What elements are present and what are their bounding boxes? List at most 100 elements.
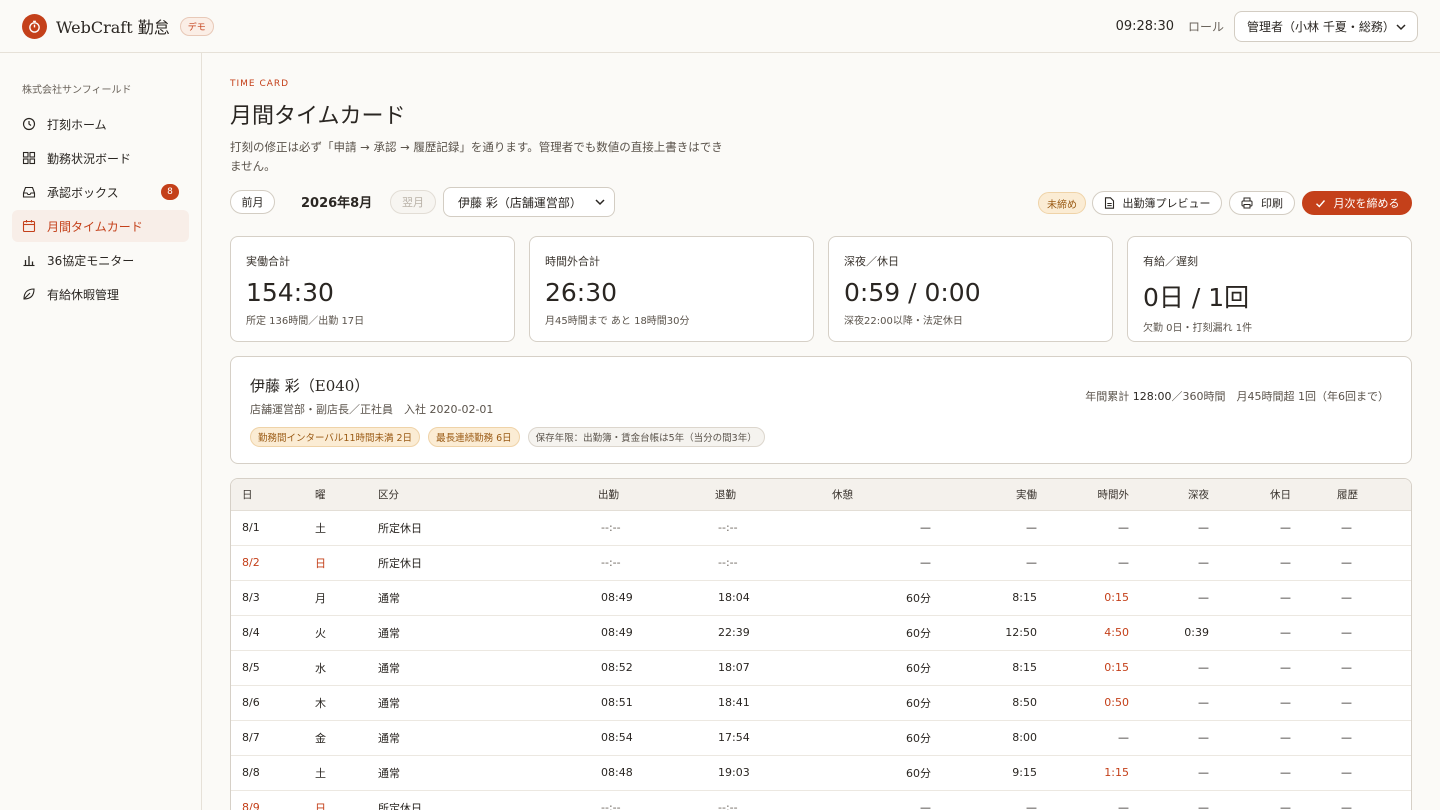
night-cell: —: [1157, 720, 1239, 756]
staff-select[interactable]: 伊藤 彩（店舗運営部）: [443, 187, 615, 217]
history-cell: —: [1321, 580, 1411, 616]
close-month-label: 月次を締める: [1333, 197, 1400, 210]
table-row[interactable]: 8/2 日所定休日 --:-- --:-- — — — — — —: [231, 545, 1411, 581]
close-month-button[interactable]: 月次を締める: [1302, 191, 1412, 215]
night-cell: —: [1157, 510, 1239, 546]
day-cell: 8/1: [231, 510, 315, 546]
night-cell: —: [1157, 650, 1239, 686]
sidebar-item-paid-leave[interactable]: 有給休暇管理: [12, 278, 189, 310]
role-select[interactable]: 管理者（小林 千夏・総務）: [1234, 10, 1418, 42]
weekday-cell: 月: [315, 580, 378, 616]
stat-value: 26:30: [545, 278, 618, 307]
holiday-cell: —: [1239, 580, 1321, 616]
warning-tag: 最長連続勤務 6日: [428, 427, 520, 447]
stat-sub: 深夜22:00以降・法定休日: [844, 316, 963, 327]
sidebar-item-approval-box[interactable]: 承認ボックス 8: [12, 176, 189, 208]
break-cell: 60分: [832, 580, 951, 616]
page-title: 月間タイムカード: [230, 104, 406, 129]
history-cell: —: [1321, 755, 1411, 791]
weekday-cell: 日: [315, 790, 378, 810]
table-row[interactable]: 8/5 水通常 08:52 18:07 60分 8:15 0:15— — —: [231, 650, 1411, 686]
weekday-cell: 水: [315, 650, 378, 686]
table-row[interactable]: 8/6 木通常 08:51 18:41 60分 8:50 0:50— — —: [231, 685, 1411, 721]
approval-count-badge: 8: [161, 184, 179, 200]
sidebar-item-monthly-timecard[interactable]: 月間タイムカード: [12, 210, 189, 242]
sidebar-item-36-monitor[interactable]: 36協定モニター: [12, 244, 189, 276]
clock-out-cell: 17:54: [715, 720, 832, 756]
work-cell: 12:50: [951, 615, 1057, 651]
night-cell: —: [1157, 545, 1239, 581]
overtime-cell: —: [1057, 790, 1157, 810]
table-row[interactable]: 8/1 土所定休日 --:-- --:-- — — — — — —: [231, 510, 1411, 546]
table-header-row: 日 曜 区分 出勤 退勤 休憩 実働 時間外 深夜 休日 履歴: [231, 479, 1411, 511]
table-row[interactable]: 8/7 金通常 08:54 17:54 60分 8:00— — — —: [231, 720, 1411, 756]
sidebar-item-label: 有給休暇管理: [47, 287, 120, 302]
attendance-preview-button[interactable]: 出勤簿プレビュー: [1092, 191, 1222, 215]
day-cell: 8/5: [231, 650, 315, 686]
col-header: 時間外: [1057, 479, 1157, 511]
sidebar-item-status-board[interactable]: 勤務状況ボード: [12, 142, 189, 174]
day-cell: 8/6: [231, 685, 315, 721]
clock-in-cell: 08:51: [598, 685, 715, 721]
holiday-cell: —: [1239, 720, 1321, 756]
sidebar-item-label: 月間タイムカード: [47, 219, 143, 234]
history-cell: —: [1321, 615, 1411, 651]
next-month-button[interactable]: 翌月: [390, 190, 436, 214]
break-cell: —: [832, 510, 951, 546]
history-cell: —: [1321, 720, 1411, 756]
history-cell: —: [1321, 685, 1411, 721]
calendar-icon: [22, 219, 36, 233]
day-cell: 8/2: [231, 545, 315, 581]
staff-select-value: 伊藤 彩（店舗運営部）: [458, 195, 582, 210]
work-cell: 8:15: [951, 650, 1057, 686]
clock-out-cell: 19:03: [715, 755, 832, 791]
page-eyebrow: TIME CARD: [230, 79, 290, 89]
role-label: ロール: [1187, 19, 1224, 34]
overtime-cell: —: [1057, 545, 1157, 581]
overtime-cell: 0:15: [1057, 580, 1157, 616]
clock-out-cell: 18:07: [715, 650, 832, 686]
summary-stats: 実働合計 154:30 所定 136時間／出勤 17日 時間外合計 26:30 …: [230, 236, 1412, 342]
history-cell: —: [1321, 790, 1411, 810]
table-row[interactable]: 8/3 月通常 08:49 18:04 60分 8:15 0:15— — —: [231, 580, 1411, 616]
day-cell: 8/9: [231, 790, 315, 810]
type-cell: 通常: [378, 580, 598, 616]
printer-icon: [1241, 197, 1253, 209]
stat-card-actual-work: 実働合計 154:30 所定 136時間／出勤 17日: [230, 236, 515, 342]
prev-month-button[interactable]: 前月: [230, 190, 275, 214]
print-button[interactable]: 印刷: [1229, 191, 1295, 215]
break-cell: —: [832, 790, 951, 810]
annual-prefix: 年間累計: [1085, 390, 1133, 403]
clock-in-cell: 08:54: [598, 720, 715, 756]
sidebar-item-punch-home[interactable]: 打刻ホーム: [12, 108, 189, 140]
clock-in-cell: 08:49: [598, 580, 715, 616]
weekday-cell: 火: [315, 615, 378, 651]
leaf-icon: [22, 287, 36, 301]
clock-in-cell: 08:52: [598, 650, 715, 686]
chevron-down-icon: [1396, 23, 1406, 30]
warning-tag: 勤務間インターバル11時間未満 2日: [250, 427, 421, 447]
role-select-value: 管理者（小林 千夏・総務）: [1247, 19, 1395, 34]
weekday-cell: 土: [315, 510, 378, 546]
overtime-cell: 0:15: [1057, 650, 1157, 686]
clock-in-cell: 08:49: [598, 615, 715, 651]
stat-label: 有給／遅刻: [1143, 255, 1198, 268]
attendance-preview-label: 出勤簿プレビュー: [1122, 197, 1211, 210]
stat-label: 実働合計: [246, 255, 290, 268]
overtime-cell: 1:15: [1057, 755, 1157, 791]
type-cell: 所定休日: [378, 545, 598, 581]
table-row[interactable]: 8/4 火通常 08:49 22:39 60分 12:50 4:50 0:39— —: [231, 615, 1411, 651]
app-title: WebCraft 勤怠: [56, 18, 170, 37]
check-icon: [1315, 198, 1326, 209]
stat-sub: 欠勤 0日・打刻漏れ 1件: [1143, 323, 1253, 334]
clock-in-cell: --:--: [598, 545, 715, 581]
table-row[interactable]: 8/9 日所定休日 --:-- --:-- — — — — — —: [231, 790, 1411, 810]
table-row[interactable]: 8/8 土通常 08:48 19:03 60分 9:15 1:15— — —: [231, 755, 1411, 791]
work-cell: —: [951, 790, 1057, 810]
timecard-controls: 前月 2026年8月 翌月 伊藤 彩（店舗運営部） 未締め 出勤簿プレビュー 印…: [230, 187, 1412, 217]
inbox-icon: [22, 185, 36, 199]
page-description: 打刻の修正は必ず「申請 → 承認 → 履歴記録」を通ります。管理者でも数値の直接…: [230, 140, 723, 173]
current-month: 2026年8月: [301, 196, 373, 211]
work-cell: 8:00: [951, 720, 1057, 756]
info-tag: 保存年限：出勤簿・賃金台帳は5年（当分の間3年）: [527, 427, 765, 447]
